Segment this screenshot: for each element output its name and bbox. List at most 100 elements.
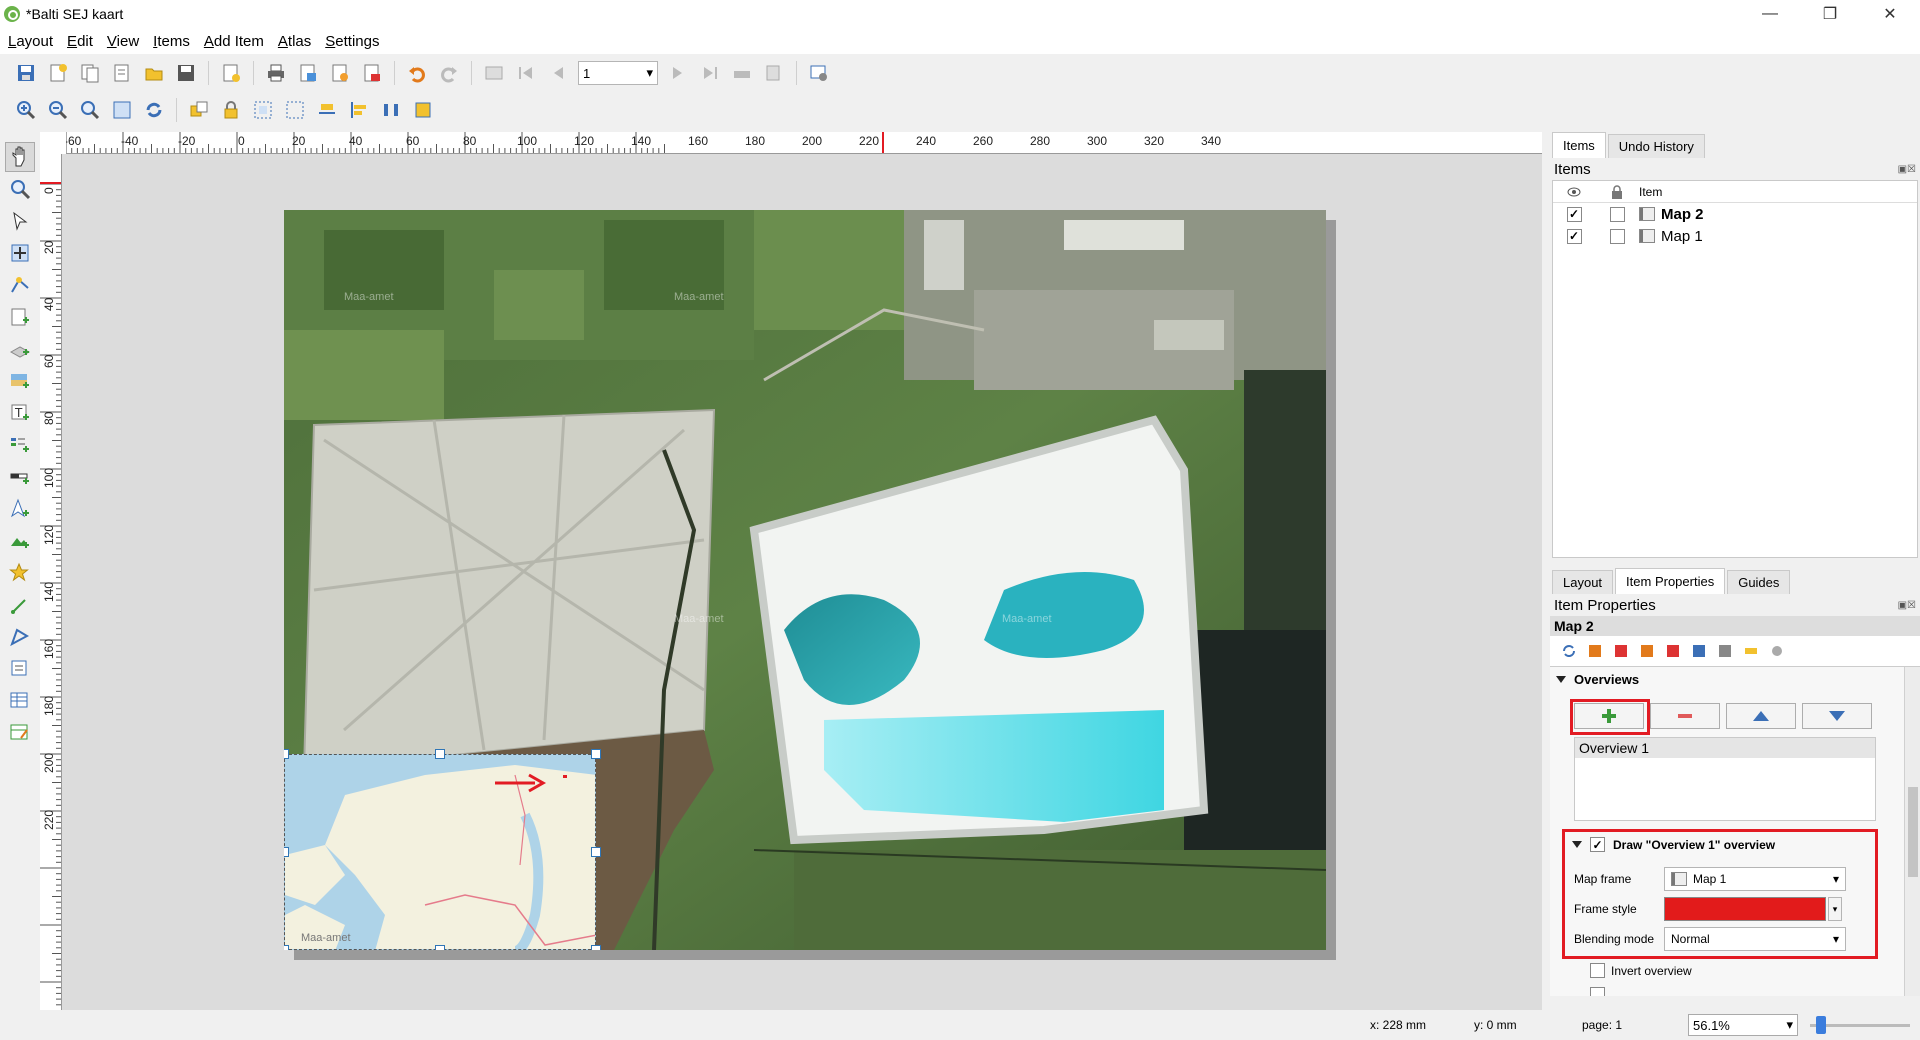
add-scale-bar-icon[interactable] <box>5 462 35 492</box>
redo-icon[interactable] <box>437 61 461 85</box>
layout-manager-icon[interactable] <box>110 61 134 85</box>
collapse-triangle-icon[interactable] <box>1556 675 1566 683</box>
resize-handle[interactable] <box>284 945 289 950</box>
draw-overview-group[interactable]: ✓ Draw "Overview 1" overview <box>1572 837 1775 852</box>
add-fixed-table-icon[interactable] <box>5 718 35 748</box>
visibility-checkbox[interactable]: ✓ <box>1566 228 1582 244</box>
distribute-items-icon[interactable] <box>379 98 403 122</box>
add-picture-icon[interactable] <box>5 526 35 556</box>
raise-items-icon[interactable] <box>187 98 211 122</box>
properties-scrollbar[interactable] <box>1904 667 1920 996</box>
open-template-icon[interactable] <box>142 61 166 85</box>
menu-add-item[interactable]: Add Item <box>202 33 266 50</box>
visibility-checkbox[interactable]: ✓ <box>1566 206 1582 222</box>
frame-style-button[interactable] <box>1664 897 1826 921</box>
minimize-icon[interactable]: — <box>1740 0 1800 28</box>
collapse-triangle-icon[interactable] <box>1572 841 1582 848</box>
atlas-settings-icon[interactable] <box>807 61 831 85</box>
tab-layout[interactable]: Layout <box>1552 570 1614 594</box>
frame-style-menu-icon[interactable]: ▾ <box>1828 897 1842 921</box>
resize-handle[interactable] <box>435 749 445 759</box>
view-scale-icon[interactable] <box>1663 641 1683 661</box>
set-extent-icon[interactable] <box>1585 641 1605 661</box>
save-template-icon[interactable] <box>174 61 198 85</box>
move-content-icon[interactable] <box>5 238 35 268</box>
overview-list-item[interactable]: Overview 1 <box>1575 738 1875 758</box>
select-move-icon[interactable] <box>5 206 35 236</box>
print-atlas-icon[interactable] <box>730 61 754 85</box>
new-layout-icon[interactable] <box>46 61 70 85</box>
labeling-settings-icon[interactable] <box>1715 641 1735 661</box>
horizontal-ruler[interactable]: -60 -40 -20 0 20 40 60 80 100 120 140 16… <box>66 132 1542 154</box>
undo-icon[interactable] <box>405 61 429 85</box>
scrollbar-thumb[interactable] <box>1908 787 1918 877</box>
add-legend-icon[interactable] <box>5 430 35 460</box>
print-icon[interactable] <box>264 61 288 85</box>
blending-mode-select[interactable]: Normal ▾ <box>1664 927 1846 951</box>
resize-handle[interactable] <box>284 847 289 857</box>
lock-items-icon[interactable] <box>219 98 243 122</box>
tab-items[interactable]: Items <box>1552 132 1606 158</box>
tab-undo-history[interactable]: Undo History <box>1607 134 1705 158</box>
tab-item-properties[interactable]: Item Properties <box>1615 568 1726 594</box>
export-image-icon[interactable] <box>296 61 320 85</box>
zoom-actual-icon[interactable] <box>78 98 102 122</box>
set-scale-icon[interactable] <box>1637 641 1657 661</box>
menu-layout[interactable]: Layout <box>6 33 55 50</box>
add-arrow-icon[interactable] <box>5 590 35 620</box>
add-pages-icon[interactable] <box>219 61 243 85</box>
move-overview-up-button[interactable] <box>1726 703 1796 729</box>
menu-atlas[interactable]: Atlas <box>276 33 313 50</box>
map-1-overview-inset[interactable]: Maa-amet <box>284 754 596 950</box>
atlas-preview-icon[interactable] <box>482 61 506 85</box>
export-svg-icon[interactable] <box>328 61 352 85</box>
layout-canvas[interactable]: Maa-amet Maa-amet Maa-amet Maa-amet Maa-… <box>62 154 1542 1010</box>
tab-guides[interactable]: Guides <box>1727 570 1791 594</box>
next-feature-icon[interactable] <box>666 61 690 85</box>
lock-checkbox[interactable] <box>1609 206 1625 222</box>
remove-overview-button[interactable] <box>1650 703 1720 729</box>
item-row-map-2[interactable]: ✓ Map 2 <box>1553 203 1917 225</box>
save-icon[interactable] <box>14 61 38 85</box>
resize-items-icon[interactable] <box>411 98 435 122</box>
export-atlas-icon[interactable] <box>762 61 786 85</box>
zoom-in-icon[interactable] <box>14 98 38 122</box>
layout-page[interactable]: Maa-amet Maa-amet Maa-amet Maa-amet Maa-… <box>284 210 1326 950</box>
resize-handle[interactable] <box>284 749 289 759</box>
items-tree[interactable]: Item ✓ Map 2 ✓ Map 1 <box>1552 180 1918 558</box>
view-extent-icon[interactable] <box>1611 641 1631 661</box>
add-node-item-icon[interactable] <box>5 622 35 652</box>
menu-items[interactable]: Items <box>151 33 192 50</box>
previous-feature-icon[interactable] <box>546 61 570 85</box>
lock-checkbox[interactable] <box>1609 228 1625 244</box>
dock-float-close-icons[interactable]: ▣☒ <box>1898 600 1916 611</box>
add-attribute-table-icon[interactable] <box>5 686 35 716</box>
resize-handle[interactable] <box>435 945 445 950</box>
align-items-icon[interactable] <box>315 98 339 122</box>
zoom-select[interactable]: 56.1% ▾ <box>1688 1014 1798 1036</box>
menu-edit[interactable]: Edit <box>65 33 95 50</box>
dock-float-close-icons[interactable]: ▣☒ <box>1898 164 1916 175</box>
resize-handle[interactable] <box>591 749 601 759</box>
item-row-map-1[interactable]: ✓ Map 1 <box>1553 225 1917 247</box>
group-items-icon[interactable] <box>251 98 275 122</box>
first-feature-icon[interactable] <box>514 61 538 85</box>
label-icon[interactable] <box>1741 641 1761 661</box>
close-icon[interactable]: ✕ <box>1860 0 1920 28</box>
align-left-icon[interactable] <box>347 98 371 122</box>
atlas-page-select[interactable]: 1 ▾ <box>578 61 658 85</box>
zoom-slider-thumb[interactable] <box>1816 1016 1826 1034</box>
add-3d-map-icon[interactable] <box>5 334 35 364</box>
move-overview-down-button[interactable] <box>1802 703 1872 729</box>
properties-scroll-area[interactable]: Overviews Overview 1 ✓ Draw "Overview 1"… <box>1550 666 1920 996</box>
clipping-icon[interactable] <box>1767 641 1787 661</box>
duplicate-layout-icon[interactable] <box>78 61 102 85</box>
zoom-full-icon[interactable] <box>110 98 134 122</box>
map-frame-select[interactable]: Map 1 ▾ <box>1664 867 1846 891</box>
edit-nodes-icon[interactable] <box>5 270 35 300</box>
add-pages-tool-icon[interactable] <box>5 302 35 332</box>
pan-layout-icon[interactable] <box>5 142 35 172</box>
menu-view[interactable]: View <box>105 33 141 50</box>
vertical-ruler[interactable]: 0 20 40 60 80 100 120 140 160 180 200 22… <box>40 154 62 1010</box>
add-north-arrow-icon[interactable] <box>5 494 35 524</box>
